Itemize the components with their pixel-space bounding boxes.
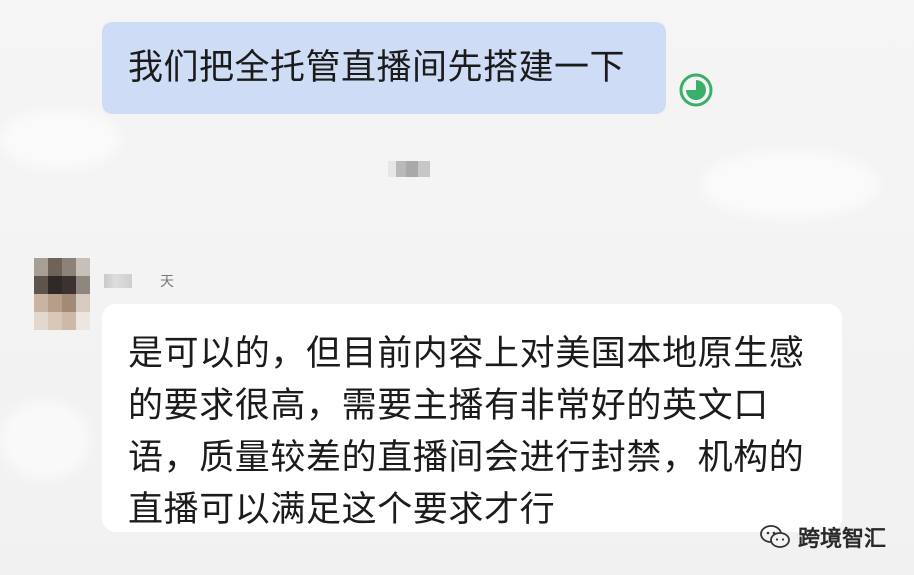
avatar[interactable]	[34, 258, 90, 330]
sender-name: 天	[104, 270, 174, 292]
avatar-image	[34, 258, 90, 330]
chat-view: 我们把全托管直播间先搭建一下 天 是可以的，但目前内容上对美国本地原生感 的要求…	[0, 0, 914, 575]
incoming-message-line: 语，质量较差的直播间会进行封禁，机构的	[128, 438, 805, 478]
read-status-icon	[679, 73, 713, 107]
outgoing-message-bubble[interactable]: 我们把全托管直播间先搭建一下	[102, 22, 666, 114]
outgoing-message-text: 我们把全托管直播间先搭建一下	[128, 48, 626, 88]
incoming-message-line: 直播可以满足这个要求才行	[128, 490, 556, 530]
watermark-text: 跨境智汇	[797, 527, 886, 552]
background-smudge	[700, 150, 880, 220]
sender-name-blurred	[104, 274, 132, 288]
timestamp-blurred	[388, 161, 430, 177]
incoming-message-line: 是可以的，但目前内容上对美国本地原生感	[128, 334, 805, 374]
wechat-icon	[760, 525, 790, 548]
watermark: 跨境智汇	[760, 521, 886, 553]
sender-name-suffix: 天	[160, 274, 174, 290]
background-smudge	[0, 110, 120, 170]
incoming-message-line: 的要求很高，需要主播有非常好的英文口	[128, 386, 769, 426]
background-smudge	[0, 400, 90, 480]
incoming-message-bubble[interactable]: 是可以的，但目前内容上对美国本地原生感 的要求很高，需要主播有非常好的英文口 语…	[102, 304, 842, 532]
